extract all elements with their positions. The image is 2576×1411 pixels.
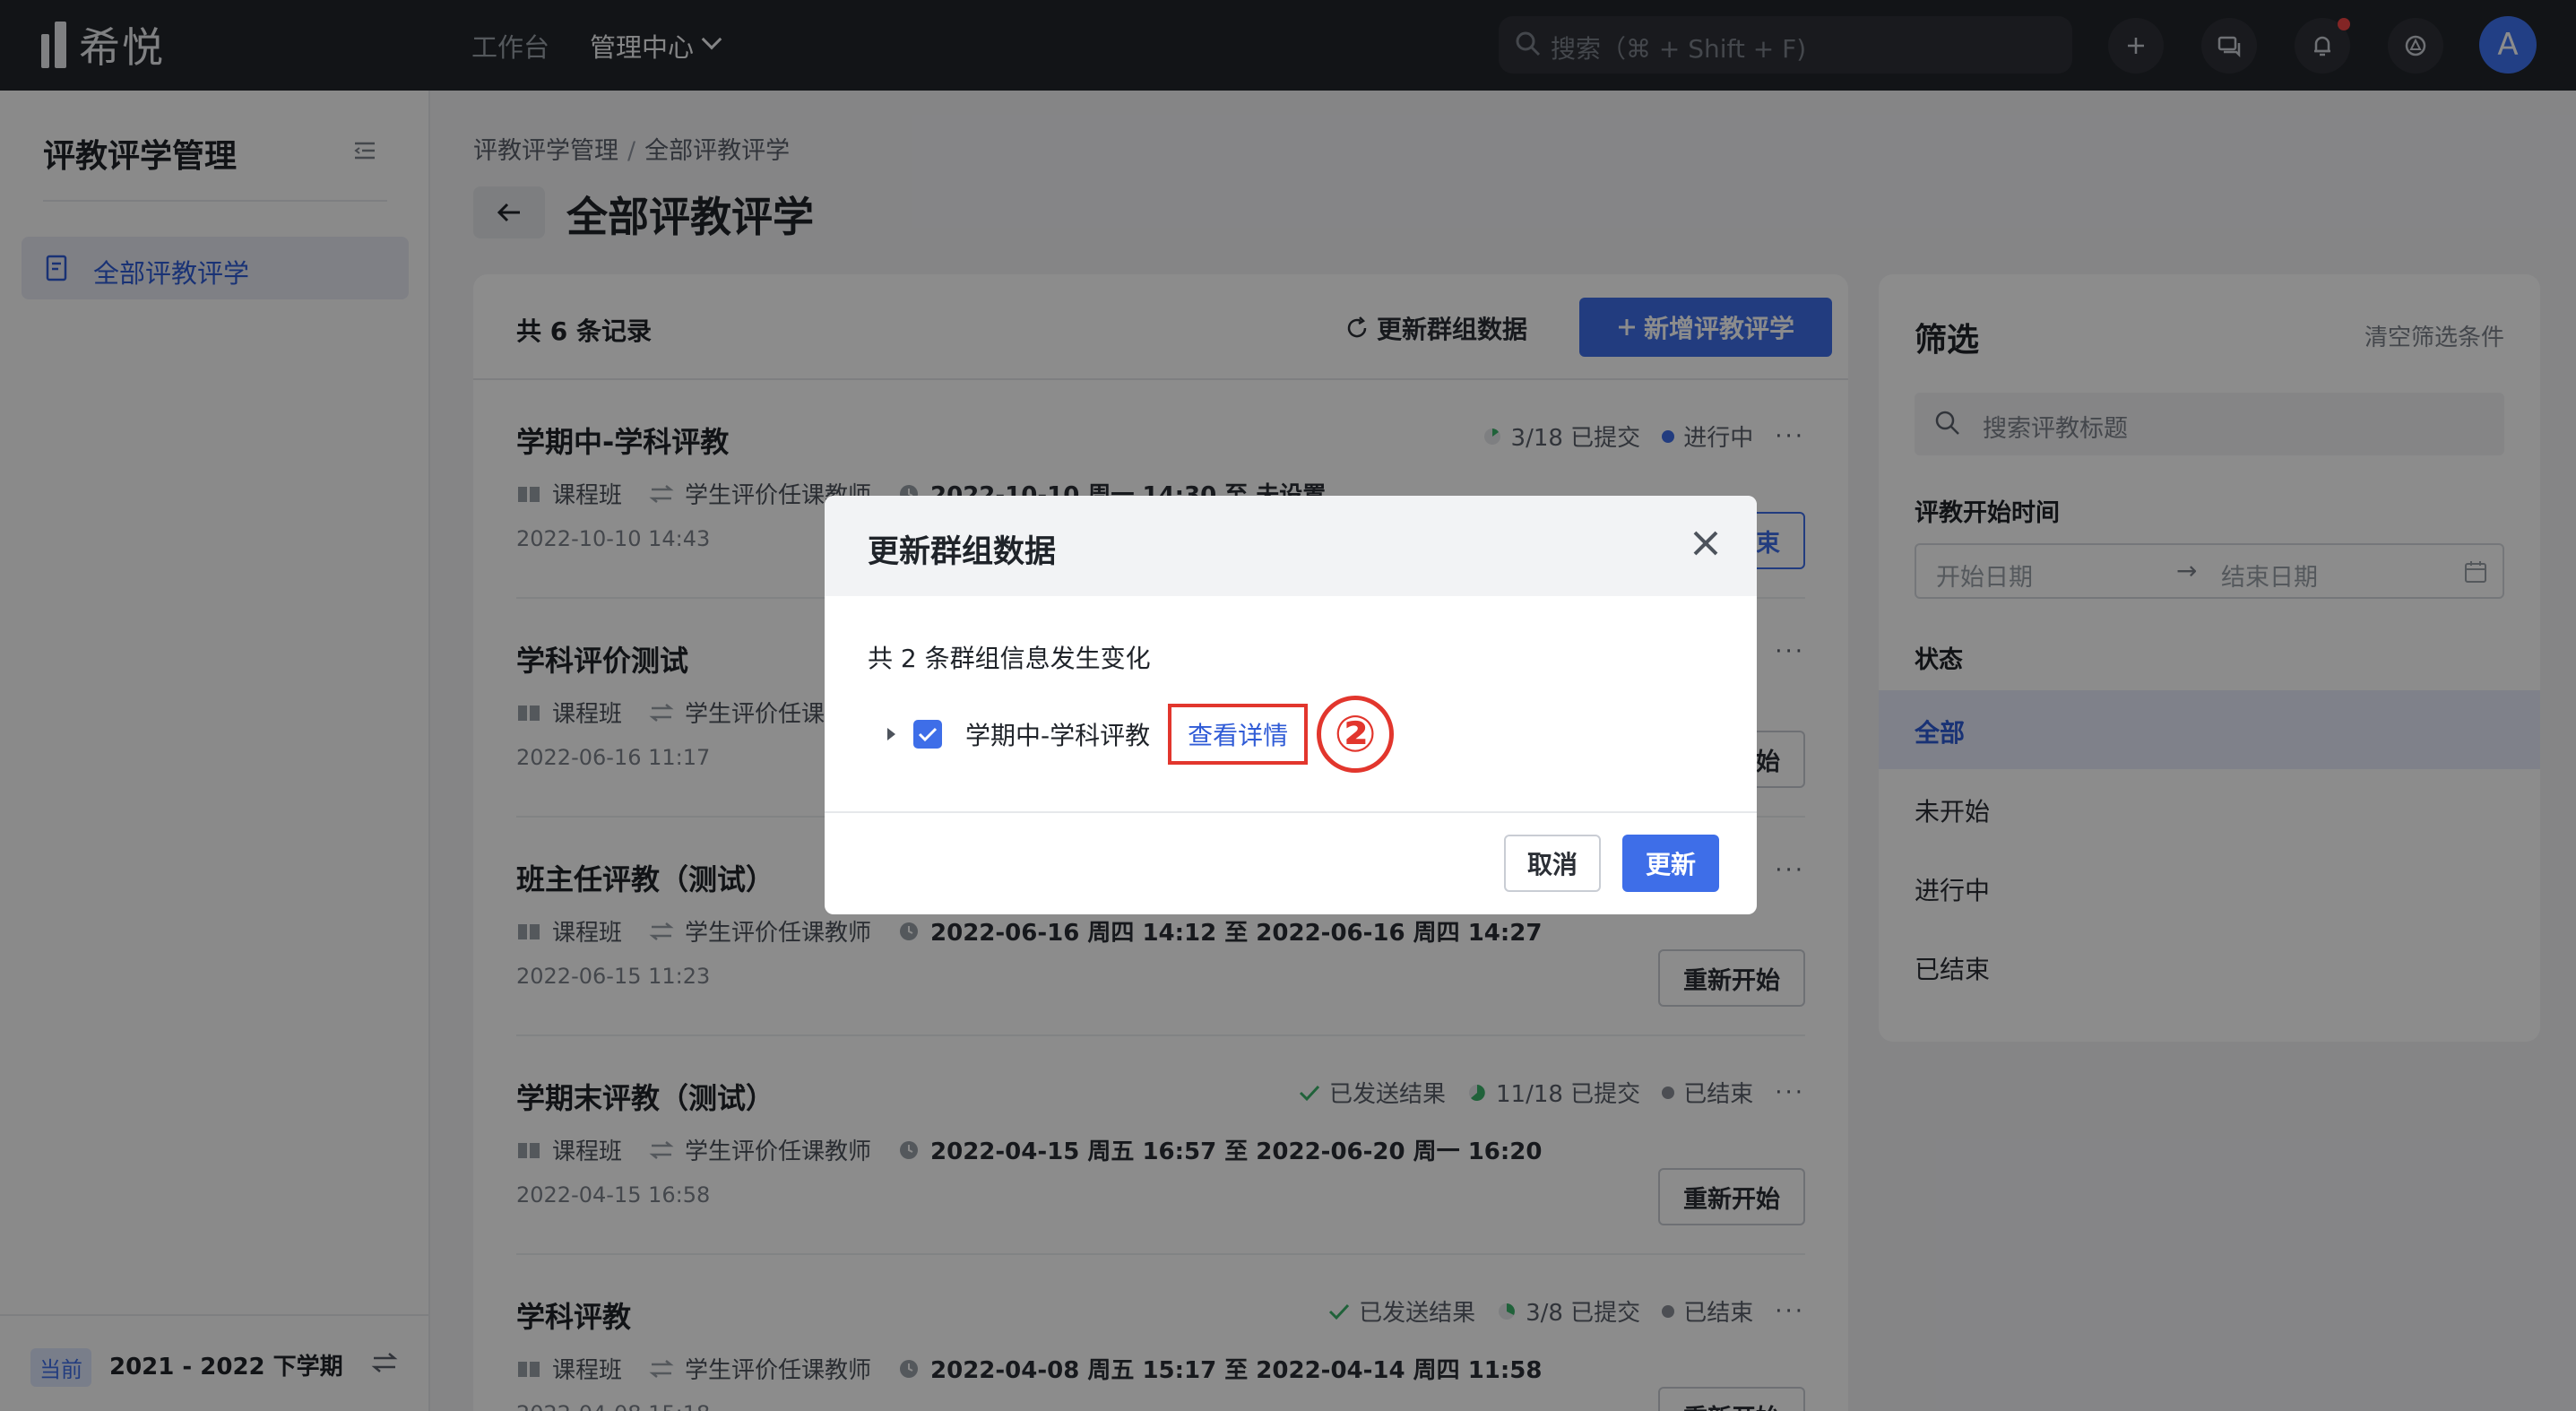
caret-right-icon[interactable]: [887, 728, 895, 740]
cancel-button[interactable]: 取消: [1504, 835, 1601, 892]
item-checkbox[interactable]: [913, 720, 942, 749]
tree-row: 学期中-学科评教 查看详情 ②: [868, 696, 1395, 773]
view-details-link[interactable]: 查看详情: [1168, 704, 1309, 765]
update-button[interactable]: 更新: [1622, 835, 1719, 892]
divider: [825, 811, 1757, 813]
tree-item-label: 学期中-学科评教: [965, 721, 1151, 750]
modal-header: 更新群组数据: [825, 496, 1757, 596]
modal-title: 更新群组数据: [868, 534, 1057, 570]
close-icon[interactable]: [1690, 528, 1721, 558]
check-icon: [918, 727, 938, 742]
annotation-marker: ②: [1317, 696, 1395, 773]
update-group-modal: 更新群组数据 共 2 条群组信息发生变化 学期中-学科评教 查看详情 ② 取消 …: [825, 496, 1757, 914]
modal-message: 共 2 条群组信息发生变化: [868, 644, 1151, 673]
